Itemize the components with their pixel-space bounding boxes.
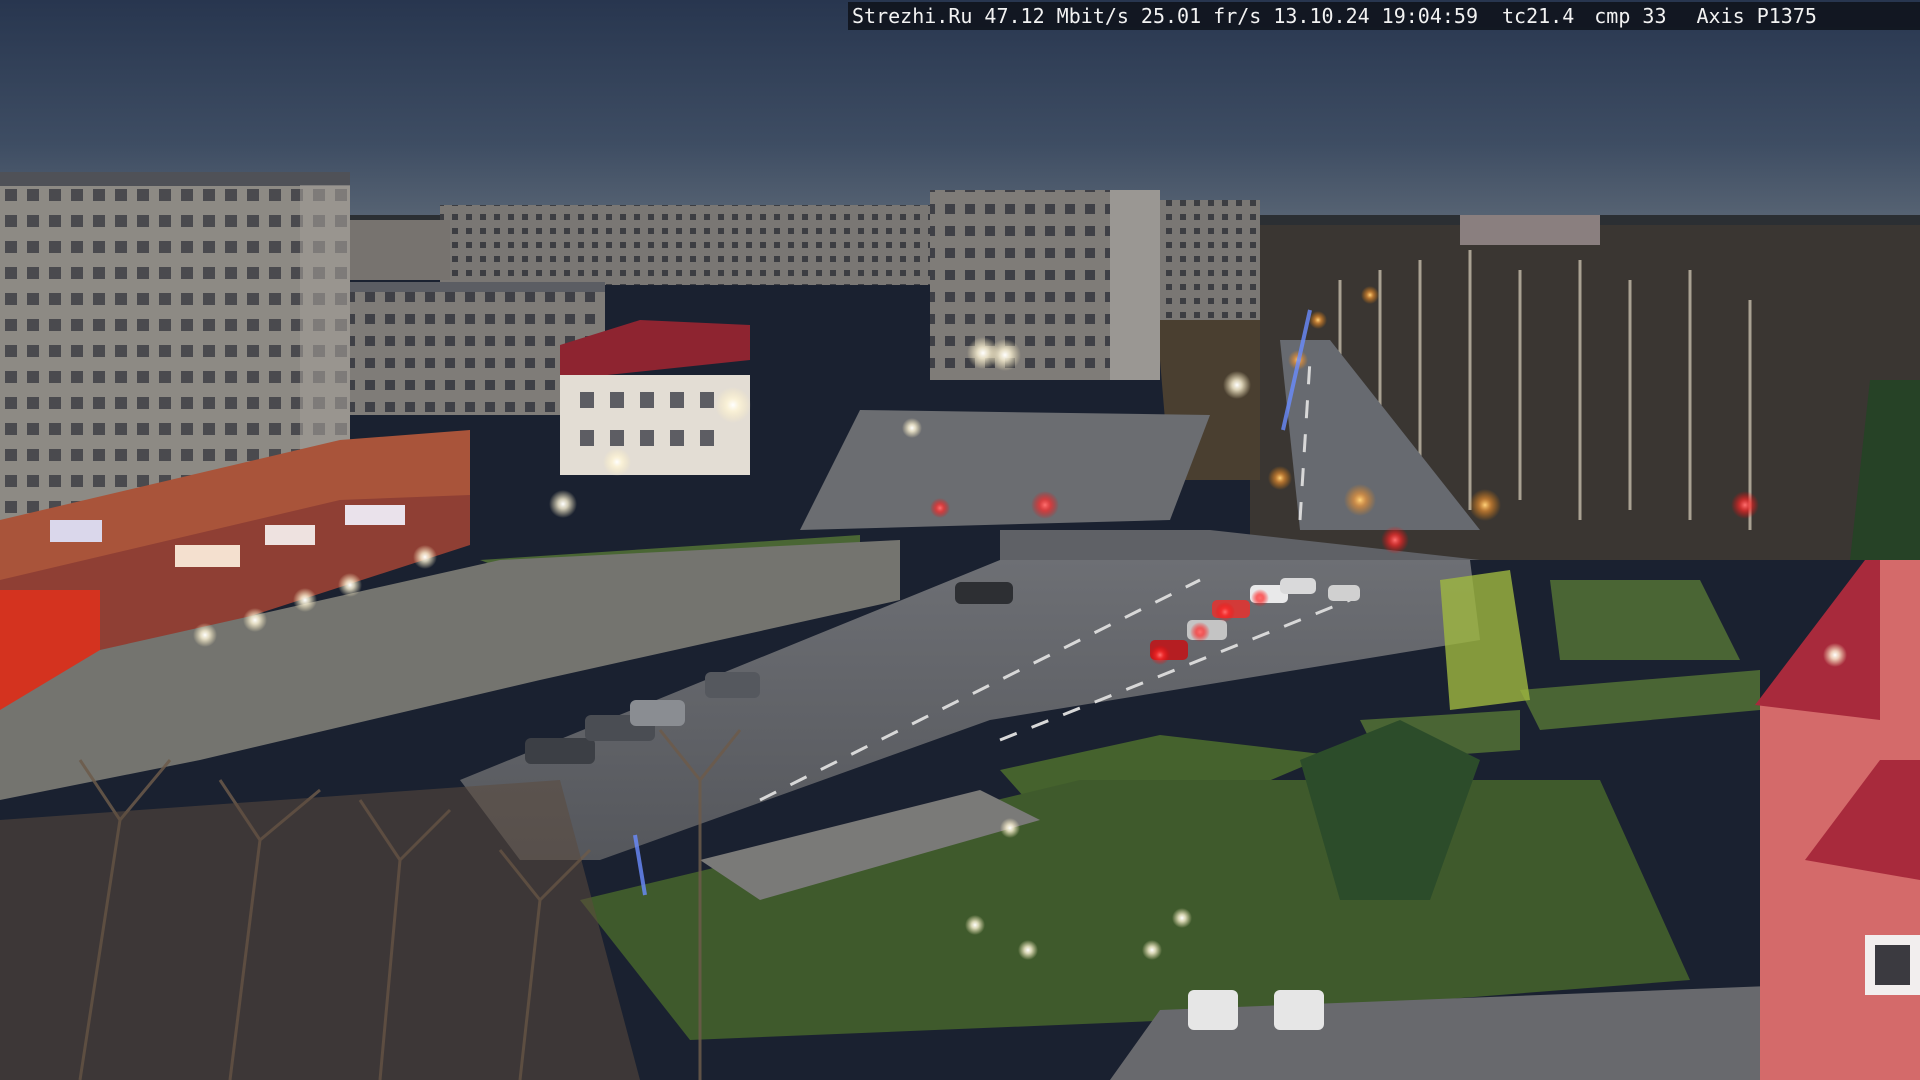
osd-site: Strezhi.Ru xyxy=(852,4,973,28)
far-building-right xyxy=(1460,215,1600,245)
far-building-left xyxy=(350,220,450,280)
tower-building-right xyxy=(1160,200,1260,320)
right-lawn xyxy=(1550,580,1740,660)
right-building-roof xyxy=(1755,560,1880,720)
central-square xyxy=(800,410,1210,530)
city-scene-photo xyxy=(0,0,1920,1080)
foreground-tree-canopy xyxy=(0,780,640,1080)
osd-tc: tc21.4 xyxy=(1502,4,1575,28)
osd-framerate: 25.01 fr/s xyxy=(1140,4,1262,28)
osd-bitrate: 47.12 Mbit/s xyxy=(984,4,1129,28)
osd-cmp: cmp 33 xyxy=(1594,4,1667,28)
webcam-frame: Strezhi.Ru 47.12 Mbit/s 25.01 fr/s 13.10.24… xyxy=(0,0,1920,1080)
red-roof-building xyxy=(560,375,750,475)
lit-yellow-tree xyxy=(1440,570,1530,710)
camera-osd-overlay: Strezhi.Ru 47.12 Mbit/s 25.01 fr/s 13.10.24… xyxy=(848,2,1920,30)
osd-time: 19:04:59 xyxy=(1381,4,1478,28)
osd-date: 13.10.24 xyxy=(1273,4,1370,28)
tower-building-side xyxy=(1110,190,1160,380)
osd-camera-model: Axis P1375 xyxy=(1696,4,1817,28)
